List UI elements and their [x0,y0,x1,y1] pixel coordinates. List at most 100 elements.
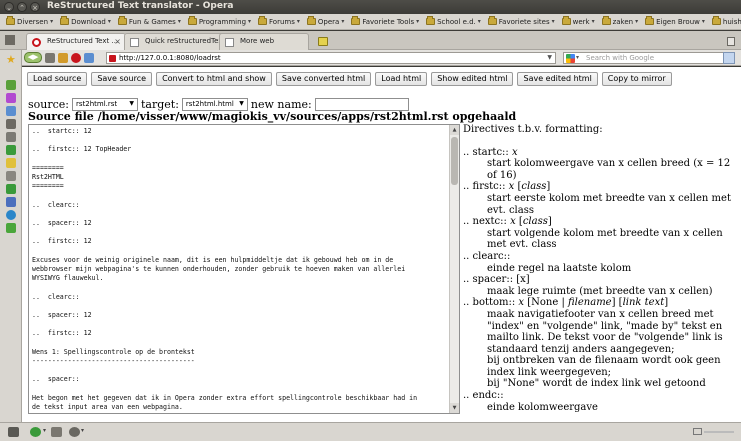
panel-icon-1[interactable] [6,80,16,90]
bookmark-label: School e.d. [437,17,476,26]
view-icon [693,428,702,435]
bookmark-label: Opera [317,17,340,26]
save-source-button[interactable]: Save source [91,72,153,86]
panel-icon-4[interactable] [6,119,16,129]
star-icon[interactable]: ★ [6,53,16,66]
description-line: "index" en "volgende" link, "made by" te… [487,320,723,332]
folder-icon [6,16,15,25]
tab-more-web[interactable]: More web [219,33,309,50]
back-button[interactable]: ◀▶ [24,52,42,63]
panel-toggle-icon[interactable] [8,427,19,437]
zoom-slider[interactable] [704,430,734,433]
turbo-icon[interactable] [69,427,80,437]
copy-mirror-button[interactable]: Copy to mirror [601,72,672,86]
window-close-button[interactable]: ⌄ [4,2,14,12]
bookmark-folder[interactable]: School e.d. ▾ [423,15,484,29]
show-edited-button[interactable]: Show edited html [431,72,514,86]
panel-icon-2[interactable] [6,93,16,103]
description-line: standaard tenzij anders aangegeven; [487,343,675,355]
source-editor[interactable]: .. startc:: 12 .. firstc:: 12 TopHeader … [28,124,460,414]
zoom-control[interactable] [693,428,734,435]
bookmark-label: Favoriete Tools [362,17,415,26]
directive-prefix: .. startc:: [463,146,512,158]
editor-scrollbar[interactable]: ▲ ▼ [449,125,459,413]
chevron-down-icon[interactable]: ▾ [43,427,46,434]
reload-icon[interactable] [45,52,55,63]
bookmarks-bar: Diversen ▾ Download ▾ Fun & Games ▾ Programmin… [0,14,741,30]
bookmark-folder[interactable]: Forums ▾ [255,15,303,29]
directive-description: start volgende kolom met breedte van x c… [463,228,738,251]
folder-icon [711,16,721,25]
chevron-down-icon[interactable]: ▾ [81,427,84,434]
directive-term: .. nextc:: x [class] [463,216,738,228]
folder-icon [351,16,361,25]
panel-icon-11[interactable] [6,210,16,220]
home-icon[interactable] [58,52,68,63]
url-dropdown-icon[interactable]: ▼ [547,54,552,61]
google-icon [566,54,575,63]
close-tab-icon[interactable]: × [114,37,121,46]
bookmark-folder[interactable]: Download ▾ [57,15,114,29]
panel-icon-10[interactable] [6,197,16,207]
panel-icon-5[interactable] [6,132,16,142]
panel-icon-6[interactable] [6,145,16,155]
search-go-icon[interactable] [723,52,735,64]
status-bar: ▾ ▾ [0,422,741,441]
bookmark-folder[interactable]: huishoudelijk▾ [709,15,741,29]
scroll-thumb[interactable] [451,137,458,185]
bookmark-folder[interactable]: Favoriete Tools ▾ [348,15,422,29]
scroll-up-icon[interactable]: ▲ [450,125,459,135]
bookmark-folder[interactable]: Eigen Brouw ▾ [642,15,708,29]
description-line: start eerste kolom met breedte van x cel… [487,192,731,204]
window-maximize-button[interactable]: × [30,2,40,12]
directive-description: start kolomweergave van x cellen breed (… [463,158,738,181]
wand-icon[interactable] [84,52,94,63]
panel-icon-3[interactable] [6,106,16,116]
description-line: index link weergegeven; [487,366,612,378]
page-icon [130,38,139,47]
add-panel-icon[interactable] [6,223,16,233]
folder-icon [117,16,127,25]
folder-icon [561,16,571,25]
page-icon [225,38,234,47]
bookmark-folder[interactable]: Favoriete sites ▾ [485,15,558,29]
window-minimize-button[interactable]: ⌃ [17,2,27,12]
gear-icon[interactable] [51,427,62,437]
load-html-button[interactable]: Load html [375,72,428,86]
chevron-down-icon: ▾ [551,18,555,25]
directive-description: maak navigatiefooter van x cellen breed … [463,309,738,390]
panel-icon-7[interactable] [6,158,16,168]
panel-icon-8[interactable] [6,171,16,181]
bookmark-folder[interactable]: Fun & Games ▾ [115,15,184,29]
bookmark-folder[interactable]: Opera ▾ [304,15,347,29]
new-tab-icon[interactable] [318,37,328,46]
chevron-down-icon: ▾ [248,18,252,25]
scroll-down-icon[interactable]: ▼ [450,403,459,413]
description-line: start volgende kolom met breedte van x c… [487,227,723,239]
editor-text: .. startc:: 12 .. firstc:: 12 TopHeader … [32,127,418,412]
toolbar: Load source Save source Convert to html … [27,72,672,86]
bookmark-label: Eigen Brouw [656,17,700,26]
tab-quick-rst[interactable]: Quick reStructuredText [124,33,225,50]
bookmark-folder[interactable]: zaken ▾ [599,15,642,29]
chevron-down-icon: ▾ [296,18,300,25]
save-edited-button[interactable]: Save edited html [517,72,598,86]
tab-restructured[interactable]: ReStructured Text ... × [26,33,126,50]
search-engine-chevron-icon[interactable]: ▾ [576,54,579,61]
bookmark-folder[interactable]: Diversen ▾ [3,15,56,29]
url-input[interactable]: http://127.0.0.1:8080/loadrst ▼ [106,52,556,64]
opera-unite-icon[interactable] [30,427,41,437]
load-source-button[interactable]: Load source [27,72,88,86]
convert-show-button[interactable]: Convert to html and show [156,72,272,86]
opera-menu-icon[interactable] [71,52,81,63]
directive-prefix: .. bottom:: [463,297,519,309]
save-converted-button[interactable]: Save converted html [275,72,372,86]
trash-icon[interactable] [727,37,735,46]
bookmark-folder[interactable]: werk ▾ [559,15,598,29]
bookmark-folder[interactable]: Programming ▾ [185,15,254,29]
search-input[interactable]: ▾ Search with Google [563,52,735,64]
tab-menu-icon[interactable] [5,35,15,45]
directives-title: Directives t.b.v. formatting: [463,124,603,135]
page-content: Load source Save source Convert to html … [22,67,741,422]
panel-icon-9[interactable] [6,184,16,194]
